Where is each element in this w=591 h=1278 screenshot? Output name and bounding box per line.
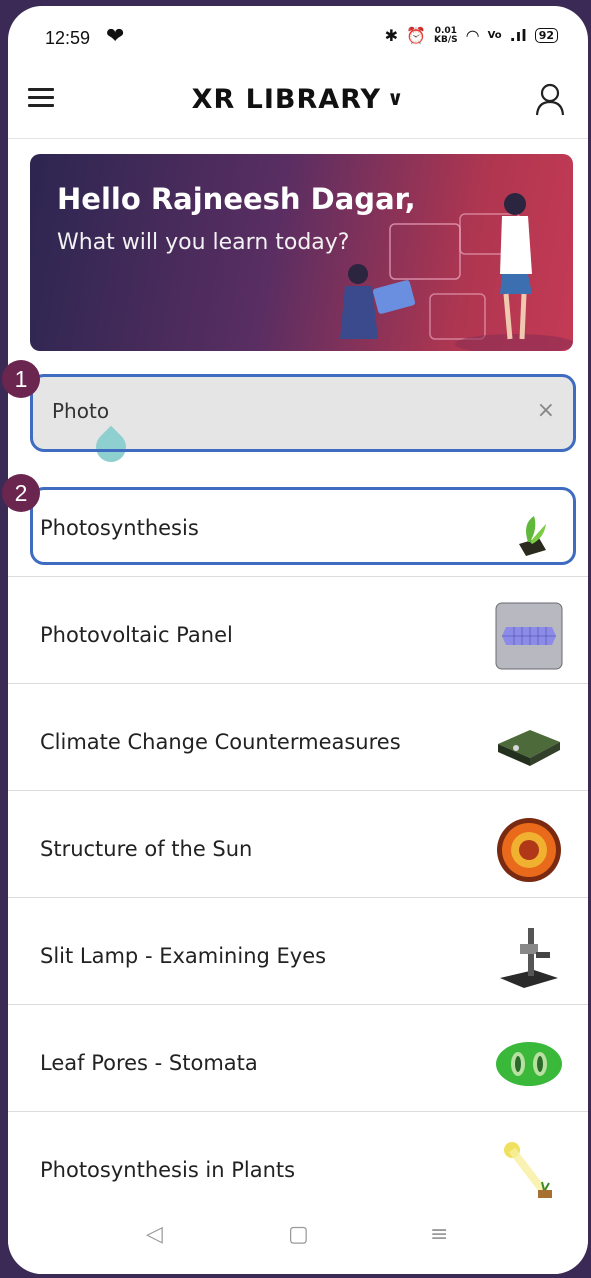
app-header: XR LIBRARY ∨ <box>8 68 588 139</box>
recents-icon[interactable]: ≡ <box>430 1222 448 1247</box>
list-item[interactable]: Slit Lamp - Examining Eyes <box>8 898 588 1005</box>
annotation-badge-1: 1 <box>2 360 40 398</box>
result-label: Leaf Pores - Stomata <box>40 1051 258 1075</box>
list-item[interactable]: Climate Change Countermeasures <box>8 684 588 791</box>
list-item[interactable]: Photovoltaic Panel <box>8 577 588 684</box>
light-plant-icon <box>504 1142 552 1198</box>
slit-lamp-icon <box>500 928 558 988</box>
heart-icon: ❤ <box>106 24 125 49</box>
system-navigation-bar: ◁ ▢ ≡ <box>8 1204 588 1274</box>
annotation-badge-2: 2 <box>2 474 40 512</box>
bluetooth-icon: ✱ <box>384 26 399 45</box>
welcome-banner: Hello Rajneesh Dagar, What will you lear… <box>30 154 573 351</box>
terrain-model-icon <box>498 730 560 766</box>
result-highlight-box <box>30 487 576 565</box>
page-title: XR LIBRARY <box>191 84 382 115</box>
status-bar: 12:59 ❤ ✱ ⏰ 0.01 KB/S ◠ Vo .ıl 92 <box>8 6 588 68</box>
list-item[interactable]: Leaf Pores - Stomata <box>8 1005 588 1112</box>
sun-layers-icon <box>497 818 561 882</box>
wifi-icon: ◠ <box>465 26 480 45</box>
solar-panel-icon <box>495 602 563 670</box>
battery-icon: 92 <box>534 28 558 43</box>
list-item[interactable]: Photosynthesis in Plants <box>8 1112 588 1219</box>
stomata-icon <box>496 1042 562 1086</box>
result-label: Slit Lamp - Examining Eyes <box>40 944 327 968</box>
greeting-subtitle: What will you learn today? <box>57 230 350 255</box>
library-selector[interactable]: XR LIBRARY ∨ <box>8 84 588 115</box>
result-label: Photovoltaic Panel <box>40 623 233 647</box>
search-results-list: Photosynthesis Photovoltaic Panel Climat… <box>8 470 588 1219</box>
signal-icon: .ıl <box>509 26 527 45</box>
list-item[interactable]: Structure of the Sun <box>8 791 588 898</box>
clock: 12:59 <box>45 28 91 48</box>
alarm-icon: ⏰ <box>406 26 426 45</box>
phone-screen: 12:59 ❤ ✱ ⏰ 0.01 KB/S ◠ Vo .ıl 92 XR LIBR… <box>8 6 588 1274</box>
user-icon[interactable] <box>534 82 566 116</box>
vr-illustration <box>340 193 573 351</box>
status-icons: ✱ ⏰ 0.01 KB/S ◠ Vo .ıl 92 <box>385 26 558 45</box>
volte-icon: Vo <box>487 30 502 41</box>
result-label: Climate Change Countermeasures <box>40 730 401 754</box>
result-label: Photosynthesis in Plants <box>40 1158 296 1182</box>
chevron-down-icon: ∨ <box>387 86 405 110</box>
result-label: Structure of the Sun <box>40 837 253 861</box>
search-highlight-box <box>30 374 576 452</box>
network-speed: 0.01 KB/S <box>434 25 458 45</box>
home-icon[interactable]: ▢ <box>288 1222 309 1247</box>
back-icon[interactable]: ◁ <box>146 1222 163 1247</box>
